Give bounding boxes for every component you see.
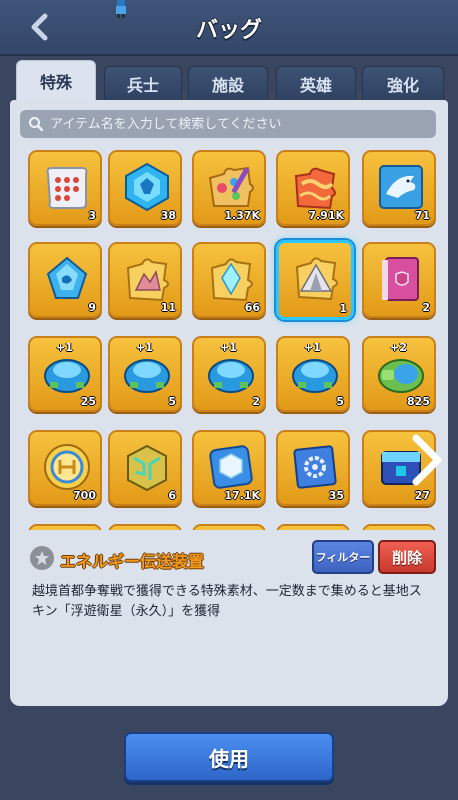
item-count: 71 bbox=[414, 209, 430, 222]
upgrade-label: +1 bbox=[220, 341, 237, 354]
item-slot[interactable]: 38 bbox=[108, 150, 182, 226]
ice-cube-icon bbox=[209, 445, 253, 489]
gold-coin-icon bbox=[44, 444, 90, 490]
blue-pod-icon bbox=[292, 359, 338, 393]
item-slot[interactable]: +2 825 bbox=[362, 336, 436, 412]
item-slot[interactable]: 3 bbox=[28, 150, 102, 226]
item-count: 17.1K bbox=[224, 489, 260, 502]
item-count: 38 bbox=[160, 209, 176, 222]
star-icon bbox=[30, 546, 54, 570]
blue-crystal-icon bbox=[125, 162, 169, 212]
tab-soldiers[interactable]: 兵士 bbox=[104, 66, 182, 100]
green-pod-icon bbox=[378, 359, 424, 393]
item-slot[interactable]: 1.37K bbox=[192, 150, 266, 226]
item-slot[interactable]: 11 bbox=[108, 242, 182, 318]
item-count: 3 bbox=[88, 209, 96, 222]
tab-heroes[interactable]: 英雄 bbox=[276, 66, 356, 100]
item-count: 66 bbox=[244, 301, 260, 314]
item-slot[interactable]: 71 bbox=[362, 150, 436, 226]
item-count: 27 bbox=[414, 489, 430, 502]
upgrade-label: +2 bbox=[390, 341, 407, 354]
item-count: 6 bbox=[168, 489, 176, 502]
item-slot[interactable]: 9 bbox=[28, 242, 102, 318]
item-slot[interactable]: 2 bbox=[362, 242, 436, 318]
item-description: 越境首都争奪戦で獲得できる特殊素材、一定数まで集めると基地スキン「浮遊衛星（永久… bbox=[32, 584, 422, 619]
paint-puzzle-icon bbox=[208, 166, 254, 207]
item-name: エネルギー伝送装置 bbox=[60, 552, 205, 571]
tab-facilities[interactable]: 施設 bbox=[188, 66, 268, 100]
item-count: 35 bbox=[328, 489, 344, 502]
item-detail: エネルギー伝送装置 フィルター 削除 越境首都争奪戦で獲得できる特殊素材、一定数… bbox=[10, 530, 448, 706]
item-slot[interactable]: 17.1K bbox=[192, 430, 266, 506]
item-slot[interactable]: 7.91K bbox=[276, 150, 350, 226]
gear-card-icon bbox=[293, 445, 337, 489]
item-slot[interactable]: 66 bbox=[192, 242, 266, 318]
item-count: 1.37K bbox=[224, 209, 260, 222]
item-count: 11 bbox=[160, 301, 176, 314]
category-tabs: 特殊 兵士 施設 英雄 強化 bbox=[16, 60, 446, 100]
upgrade-label: +1 bbox=[136, 341, 153, 354]
bottom-bar: 使用 bbox=[0, 712, 458, 800]
header-bar: バッグ bbox=[0, 0, 458, 56]
item-count: 9 bbox=[88, 301, 96, 314]
item-count: 700 bbox=[73, 489, 96, 502]
page-title: バッグ bbox=[195, 18, 262, 43]
item-count: 25 bbox=[80, 395, 96, 408]
item-count: 2 bbox=[252, 395, 260, 408]
bag-panel: 3 38 1.37K 7.91K bbox=[10, 100, 448, 706]
crystal-puzzle-icon bbox=[210, 258, 253, 302]
search-input[interactable] bbox=[50, 116, 436, 132]
search-bar[interactable] bbox=[20, 110, 436, 138]
use-button[interactable]: 使用 bbox=[124, 732, 334, 782]
chevron-right-icon[interactable] bbox=[406, 432, 446, 488]
item-count: 825 bbox=[407, 395, 430, 408]
item-count: 1 bbox=[339, 302, 347, 315]
red-puzzle-icon bbox=[294, 167, 336, 210]
item-slot[interactable]: +1 2 bbox=[192, 336, 266, 412]
item-slot-selected[interactable]: 1 bbox=[276, 240, 354, 320]
item-slot[interactable]: +1 5 bbox=[108, 336, 182, 412]
blue-gem-icon bbox=[46, 256, 88, 299]
item-slot[interactable]: 6 bbox=[108, 430, 182, 506]
gold-puzzle-icon bbox=[126, 258, 169, 302]
blue-pod-icon bbox=[44, 359, 90, 393]
item-slot[interactable]: +1 5 bbox=[276, 336, 350, 412]
item-slot[interactable]: 700 bbox=[28, 430, 102, 506]
pink-book-icon bbox=[382, 257, 419, 301]
filter-button[interactable]: フィルター bbox=[312, 540, 374, 574]
item-count: 2 bbox=[422, 301, 430, 314]
item-count: 5 bbox=[336, 395, 344, 408]
upgrade-label: +1 bbox=[56, 341, 73, 354]
item-slot[interactable]: 35 bbox=[276, 430, 350, 506]
tab-special[interactable]: 特殊 bbox=[16, 60, 96, 100]
search-icon bbox=[29, 117, 44, 132]
tab-enhance[interactable]: 強化 bbox=[362, 66, 444, 100]
circuit-cube-icon bbox=[127, 444, 167, 492]
item-slot[interactable]: +1 25 bbox=[28, 336, 102, 412]
blue-pod-icon bbox=[208, 359, 254, 393]
blue-pod-icon bbox=[124, 359, 170, 393]
scroll-icon bbox=[46, 167, 88, 209]
tent-puzzle-icon bbox=[295, 257, 338, 301]
shark-card-icon bbox=[379, 165, 423, 209]
upgrade-label: +1 bbox=[304, 341, 321, 354]
item-count: 5 bbox=[168, 395, 176, 408]
item-grid: 3 38 1.37K 7.91K 71 9 11 66 1 2 +1 25 +1… bbox=[10, 144, 448, 530]
item-count: 7.91K bbox=[308, 209, 344, 222]
delete-button[interactable]: 削除 bbox=[378, 540, 436, 574]
